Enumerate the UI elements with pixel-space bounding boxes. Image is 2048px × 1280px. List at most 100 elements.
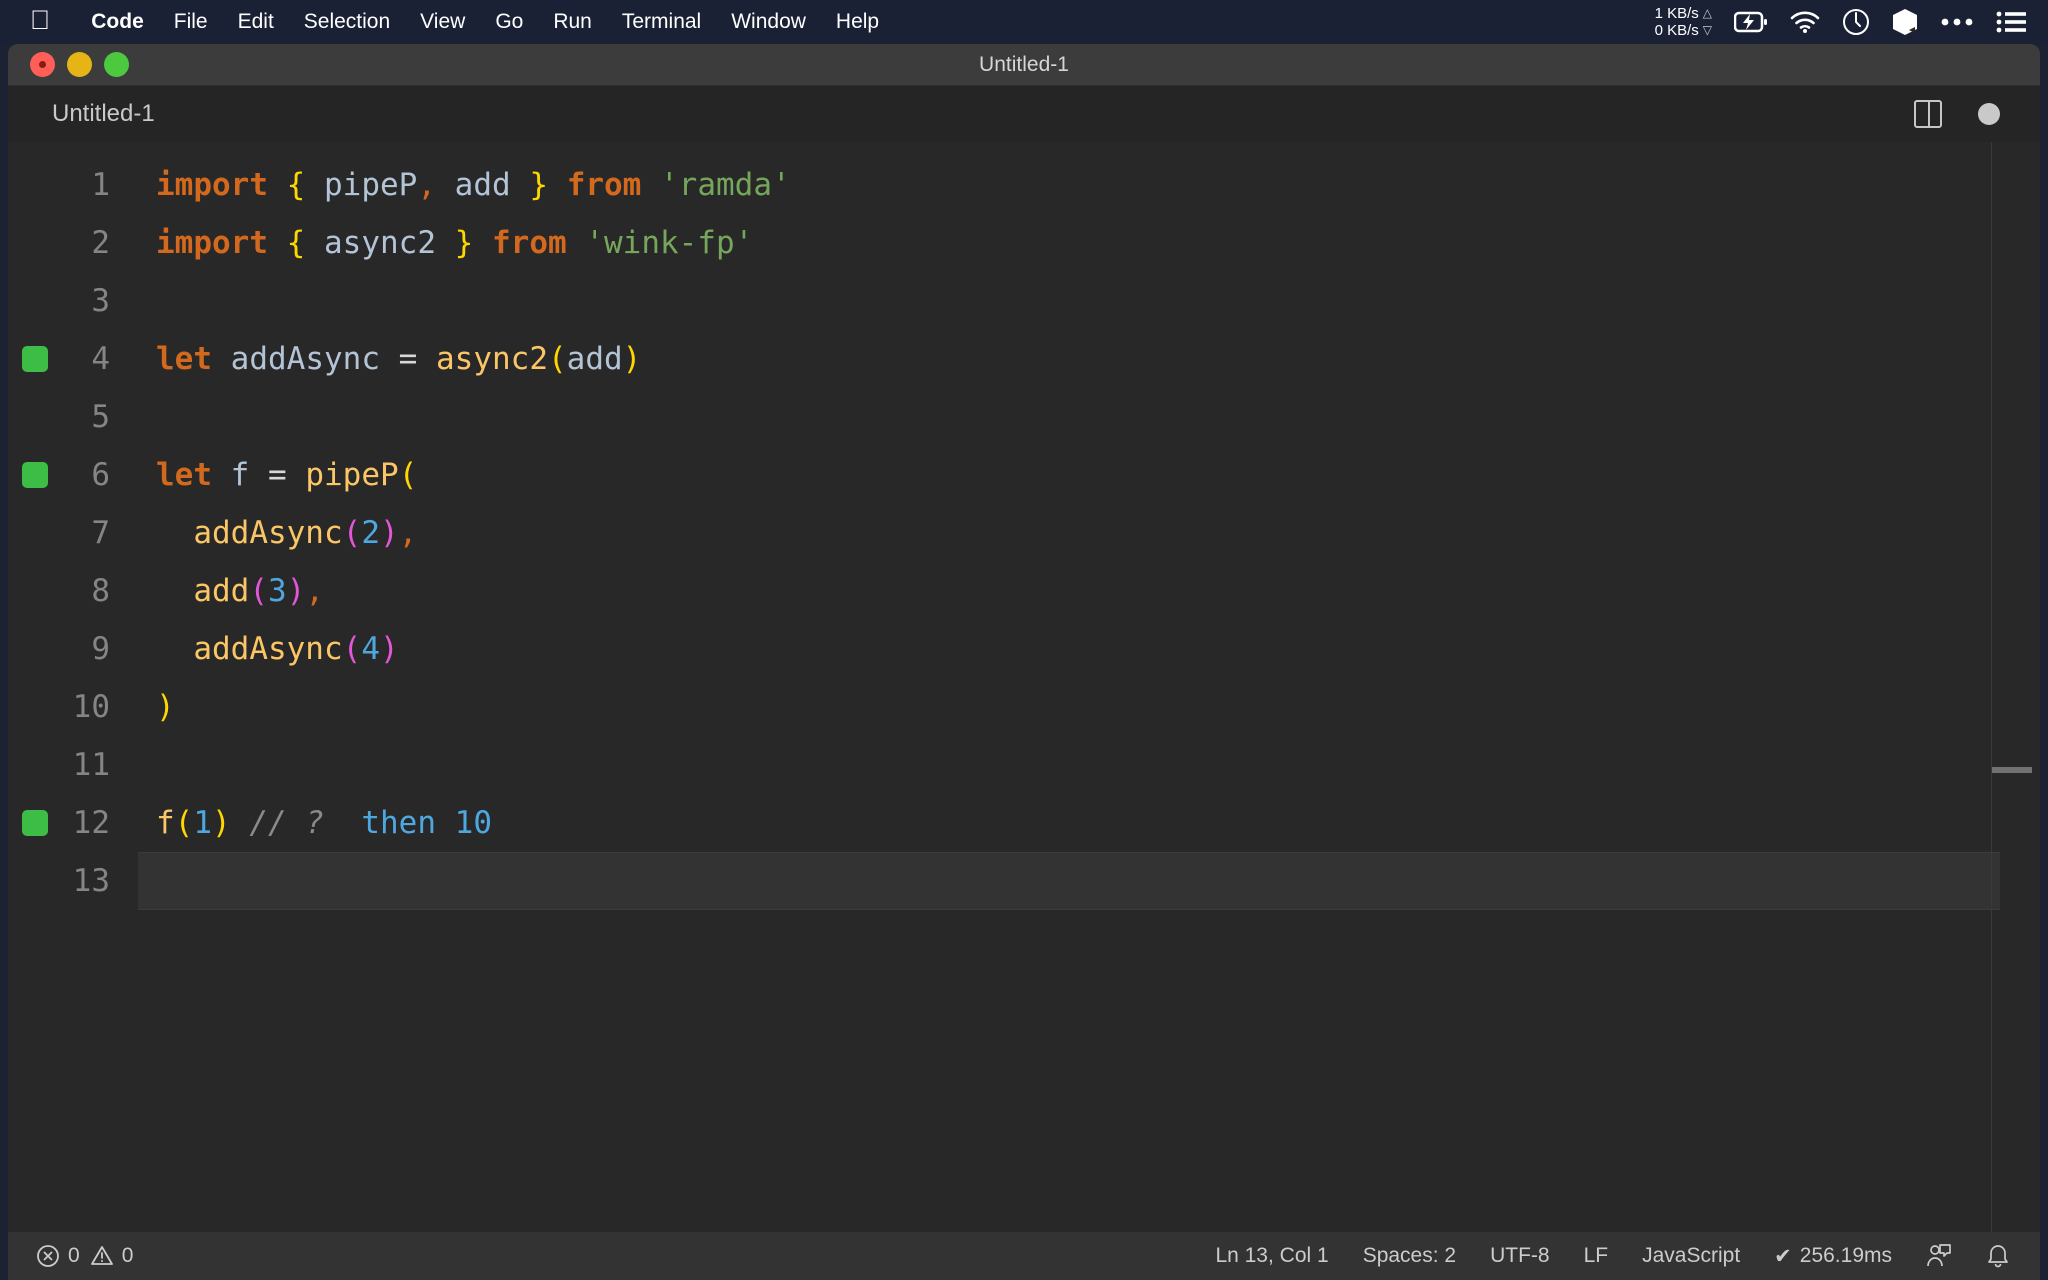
- menu-item-code[interactable]: Code: [76, 10, 159, 34]
- token-num: 1: [193, 805, 213, 841]
- menu-item-selection[interactable]: Selection: [289, 10, 405, 34]
- battery-charging-icon[interactable]: [1734, 11, 1768, 33]
- menu-item-view[interactable]: View: [405, 10, 480, 34]
- gutter-run-marker-icon: [22, 462, 48, 488]
- line-content[interactable]: ): [138, 678, 2000, 736]
- token-fn: async2: [436, 341, 548, 377]
- token-paren1: ): [622, 341, 642, 377]
- editor-tab-untitled-1[interactable]: Untitled-1: [8, 86, 181, 142]
- window-title: Untitled-1: [979, 52, 1069, 76]
- code-line-2[interactable]: 2 import { async2 } from 'wink-fp': [8, 214, 2040, 272]
- token-fn: f: [156, 805, 175, 841]
- network-speed-indicator[interactable]: 1 KB/s 0 KB/s △ ▽: [1655, 5, 1712, 39]
- token-kw: from: [492, 225, 567, 261]
- code-line-7[interactable]: 7 addAsync(2),: [8, 504, 2040, 562]
- cursor-position[interactable]: Ln 13, Col 1: [1215, 1244, 1328, 1268]
- menu-item-terminal[interactable]: Terminal: [607, 10, 716, 34]
- token-op: [156, 573, 193, 609]
- line-content[interactable]: [138, 388, 2000, 446]
- code-line-8[interactable]: 8 add(3),: [8, 562, 2040, 620]
- line-content[interactable]: [138, 736, 2000, 794]
- line-content[interactable]: add(3),: [138, 562, 2000, 620]
- token-ident: add: [454, 167, 511, 203]
- line-content[interactable]: addAsync(4): [138, 620, 2000, 678]
- token-op: [436, 167, 455, 203]
- code-line-5[interactable]: 5: [8, 388, 2040, 446]
- token-paren1: ): [156, 689, 175, 725]
- gutter-run-marker-icon: [22, 810, 48, 836]
- token-op: [156, 515, 193, 551]
- token-op: [231, 805, 250, 841]
- warning-count[interactable]: 0: [90, 1244, 133, 1268]
- line-content[interactable]: import { pipeP, add } from 'ramda': [138, 156, 2000, 214]
- clock-icon[interactable]: [1842, 8, 1870, 36]
- indentation-setting[interactable]: Spaces: 2: [1363, 1244, 1456, 1268]
- line-content[interactable]: let f = pipeP(: [138, 446, 2000, 504]
- list-menu-icon[interactable]: [1996, 11, 2026, 33]
- code-line-13[interactable]: 13: [8, 852, 2040, 910]
- menu-item-help[interactable]: Help: [821, 10, 894, 34]
- line-content[interactable]: let addAsync = async2(add): [138, 330, 2000, 388]
- quokka-run-time[interactable]: ✔ 256.19ms: [1774, 1244, 1892, 1269]
- code-line-4[interactable]: 4 let addAsync = async2(add): [8, 330, 2040, 388]
- code-line-1[interactable]: 1 import { pipeP, add } from 'ramda': [8, 156, 2040, 214]
- line-content[interactable]: [138, 852, 2000, 910]
- token-op: [305, 225, 324, 261]
- error-count[interactable]: 0: [36, 1244, 80, 1268]
- error-circle-icon: [36, 1244, 60, 1268]
- token-brace: {: [286, 225, 306, 261]
- editor-actions: [1914, 100, 2040, 128]
- code-line-11[interactable]: 11: [8, 736, 2040, 794]
- menu-item-edit[interactable]: Edit: [223, 10, 289, 34]
- code-line-10[interactable]: 10): [8, 678, 2040, 736]
- menu-item-go[interactable]: Go: [480, 10, 538, 34]
- file-encoding[interactable]: UTF-8: [1490, 1244, 1550, 1268]
- apple-logo-icon[interactable]: : [30, 6, 50, 34]
- menu-item-run[interactable]: Run: [538, 10, 607, 34]
- window-title-bar: Untitled-1: [8, 44, 2040, 86]
- token-str: 'ramda': [660, 167, 791, 203]
- code-editor[interactable]: 1 import { pipeP, add } from 'ramda' 2 impo…: [8, 142, 2040, 1232]
- status-bar-right: Ln 13, Col 1 Spaces: 2 UTF-8 LF JavaScri…: [1215, 1243, 2040, 1269]
- horizontal-scrollbar[interactable]: [1992, 767, 2032, 773]
- token-punct: ,: [305, 573, 325, 609]
- token-op: [156, 631, 193, 667]
- token-num: 4: [361, 631, 380, 667]
- download-speed: 0 KB/s: [1654, 22, 1699, 39]
- end-of-line-setting[interactable]: LF: [1584, 1244, 1609, 1268]
- language-mode[interactable]: JavaScript: [1642, 1244, 1740, 1268]
- cube-icon[interactable]: [1892, 8, 1918, 36]
- unsaved-dot-icon[interactable]: [1978, 103, 2000, 125]
- code-line-9[interactable]: 9 addAsync(4): [8, 620, 2040, 678]
- token-paren2: ): [379, 515, 399, 551]
- line-number: 2: [91, 225, 110, 261]
- line-content[interactable]: import { async2 } from 'wink-fp': [138, 214, 2000, 272]
- token-ident: pipeP: [324, 167, 418, 203]
- token-op: [436, 225, 455, 261]
- token-fn: pipeP: [305, 457, 399, 493]
- code-line-3[interactable]: 3: [8, 272, 2040, 330]
- menu-item-file[interactable]: File: [159, 10, 223, 34]
- line-number: 8: [91, 573, 110, 609]
- token-op: [212, 341, 231, 377]
- line-content[interactable]: f(1) // ? then 10: [138, 794, 2000, 852]
- token-op: [287, 457, 306, 493]
- wifi-icon[interactable]: [1790, 11, 1820, 33]
- split-editor-icon[interactable]: [1914, 100, 1942, 128]
- code-line-6[interactable]: 6 let f = pipeP(: [8, 446, 2040, 504]
- token-kw: import: [156, 225, 268, 261]
- line-content[interactable]: [138, 272, 2000, 330]
- line-content[interactable]: addAsync(2),: [138, 504, 2000, 562]
- line-number: 5: [91, 399, 110, 435]
- feedback-person-icon[interactable]: [1926, 1243, 1952, 1269]
- code-line-12[interactable]: 12 f(1) // ? then 10: [8, 794, 2040, 852]
- warning-triangle-icon: [90, 1244, 114, 1268]
- token-op: [212, 457, 231, 493]
- error-count-value: 0: [68, 1244, 80, 1267]
- notification-bell-icon[interactable]: [1986, 1243, 2010, 1269]
- token-paren2: ): [379, 631, 399, 667]
- token-op: [641, 167, 660, 203]
- menu-item-window[interactable]: Window: [716, 10, 821, 34]
- token-op: [268, 225, 287, 261]
- ellipsis-icon[interactable]: [1940, 17, 1974, 27]
